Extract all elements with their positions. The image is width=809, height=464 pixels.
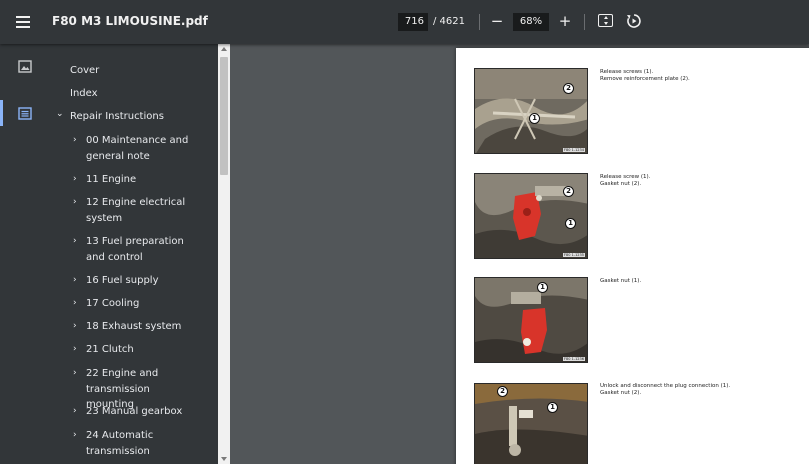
toolbar-divider [584,14,585,30]
chevron-right-icon[interactable]: › [73,366,77,382]
document-title: F80 M3 LIMOUSINE.pdf [52,14,208,28]
callout-2: 2 [497,386,508,397]
chevron-right-icon[interactable]: › [73,273,77,289]
outline-item-22[interactable]: › 22 Engine and transmission mounting [52,366,218,410]
page-number-input[interactable]: 716 [398,13,428,31]
outline-item-17[interactable]: › 17 Cooling [52,296,218,312]
instruction-line: Release screws (1). [600,69,654,75]
step-photo: 2 1 F80 1-1234 [474,68,588,154]
callout-2: 2 [563,186,574,197]
chevron-right-icon[interactable]: › [73,195,77,211]
outline-item-label: 16 Fuel supply [86,275,159,286]
outline-item-24[interactable]: › 24 Automatic transmission [52,428,218,460]
toolbar-divider [479,14,480,30]
outline-item-repair-instructions[interactable]: ⌄ Repair Instructions [52,109,218,125]
figure-code: F80 1-1234 [563,148,585,152]
menu-icon[interactable] [14,12,36,32]
outline-item-index[interactable]: Index [52,86,218,102]
scrollbar-thumb[interactable] [220,57,228,175]
step-photo: 1 F80 1-1236 [474,277,588,363]
scroll-up-arrow-icon[interactable] [221,47,227,51]
chevron-right-icon[interactable]: › [73,404,77,420]
outline-item-label: 17 Cooling [86,298,140,309]
instruction-line: Unlock and disconnect the plug connectio… [600,383,731,389]
outline-item-label: 00 Maintenance and general note [86,135,189,162]
callout-1: 1 [537,282,548,293]
outline-item-label: 11 Engine [86,174,137,185]
page-total: / 4621 [433,16,465,27]
outline-item-cover[interactable]: Cover [52,63,218,79]
rotate-icon[interactable] [626,13,642,29]
step-instruction: Unlock and disconnect the plug connectio… [600,383,730,397]
chevron-right-icon[interactable]: › [73,234,77,250]
outline-item-12[interactable]: › 12 Engine electrical system [52,195,218,227]
step-instruction: Release screws (1). Remove reinforcement… [600,69,690,83]
outline-icon[interactable] [18,107,32,120]
outline-item-label: 23 Manual gearbox [86,406,183,417]
zoom-in-button[interactable]: + [556,11,574,31]
instruction-line: Remove reinforcement plate (2). [600,76,690,82]
zoom-level-input[interactable]: 68% [513,13,549,31]
outline-item-label: 21 Clutch [86,344,134,355]
outline-scrollbar[interactable] [218,44,230,464]
outline-item-00[interactable]: › 00 Maintenance and general note [52,133,218,165]
outline-item-16[interactable]: › 16 Fuel supply [52,273,218,289]
instruction-line: Gasket nut (2). [600,181,642,187]
figure-code: F80 1-1235 [563,253,585,257]
mount-photo-illustration [475,278,587,362]
exhaust-photo-illustration [475,69,587,153]
pdf-page: 2 1 F80 1-1234 Release screws (1). Remov… [456,48,809,464]
connector-photo-illustration [475,384,587,464]
chevron-right-icon[interactable]: › [73,133,77,149]
outline-item-label: 13 Fuel preparation and control [86,236,184,263]
outline-item-11[interactable]: › 11 Engine [52,172,218,188]
figure-code: F80 1-1236 [563,357,585,361]
chevron-right-icon[interactable]: › [73,296,77,312]
outline-item-13[interactable]: › 13 Fuel preparation and control [52,234,218,266]
chevron-right-icon[interactable]: › [73,172,77,188]
instruction-line: Release screw (1). [600,174,651,180]
fit-to-page-icon[interactable] [598,14,613,27]
instruction-line: Gasket nut (2). [600,390,642,396]
outline-item-label: Index [70,88,98,99]
callout-2: 2 [563,83,574,94]
outline-item-label: 24 Automatic transmission [86,430,154,457]
instruction-line: Gasket nut (1). [600,278,642,284]
outline-panel: Cover Index ⌄ Repair Instructions › 00 M… [52,44,218,464]
active-indicator [0,100,3,126]
scroll-down-arrow-icon[interactable] [221,457,227,461]
outline-item-label: 12 Engine electrical system [86,197,186,224]
step-photo: 2 1 [474,383,588,464]
toolbar: F80 M3 LIMOUSINE.pdf 716 / 4621 − 68% + [0,0,809,44]
outline-item-label: 18 Exhaust system [86,321,182,332]
callout-1: 1 [565,218,576,229]
outline-item-21[interactable]: › 21 Clutch [52,342,218,358]
chevron-right-icon[interactable]: › [73,342,77,358]
chevron-right-icon[interactable]: › [73,319,77,335]
zoom-out-button[interactable]: − [488,11,506,31]
outline-item-18[interactable]: › 18 Exhaust system [52,319,218,335]
chevron-right-icon[interactable]: › [73,428,77,444]
outline-item-label: Repair Instructions [70,111,164,122]
step-instruction: Gasket nut (1). [600,278,641,285]
callout-1: 1 [547,402,558,413]
sidebar-rail [0,44,52,464]
step-instruction: Release screw (1). Gasket nut (2). [600,174,650,188]
outline-item-label: Cover [70,65,100,76]
document-viewer[interactable]: 2 1 F80 1-1234 Release screws (1). Remov… [230,44,809,464]
step-photo: 2 1 F80 1-1235 [474,173,588,259]
chevron-down-icon[interactable]: ⌄ [56,107,64,123]
outline-item-23[interactable]: › 23 Manual gearbox [52,404,218,420]
thumbnails-icon[interactable] [18,60,32,73]
callout-1: 1 [529,113,540,124]
